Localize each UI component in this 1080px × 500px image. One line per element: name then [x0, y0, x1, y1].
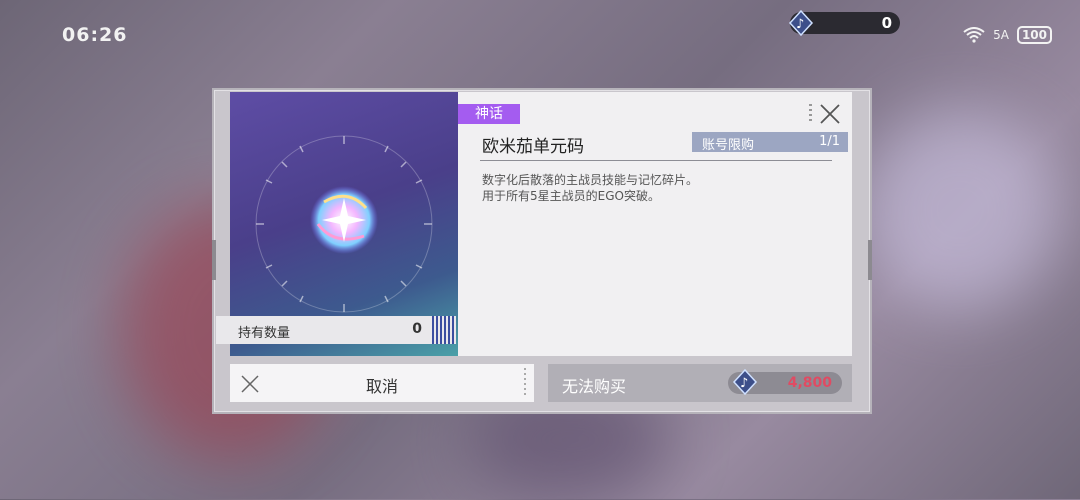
background-blur	[860, 110, 1060, 310]
wifi-icon	[963, 27, 985, 43]
battery-icon: 100	[1016, 26, 1052, 44]
purchase-button-label: 无法购买	[562, 377, 627, 396]
cancel-button[interactable]: 取消	[230, 364, 534, 402]
dotted-separator	[524, 368, 526, 398]
item-info-panel: 神话 欧米茄单元码 账号限购 1/1 数字化后散落的主战员技能与记忆碎片。 用于…	[458, 92, 852, 356]
divider	[480, 160, 832, 161]
purchase-button[interactable]: 无法购买 ♪ 4,800	[548, 364, 852, 402]
price-value: 4,800	[787, 375, 832, 391]
item-description: 数字化后散落的主战员技能与记忆碎片。 用于所有5星主战员的EGO突破。	[482, 172, 832, 204]
barcode-decoration	[432, 316, 454, 344]
owned-count-label: 持有数量	[238, 326, 291, 341]
owned-count-value: 0	[412, 321, 422, 337]
status-icons: 5A 100	[963, 26, 1052, 44]
currency-value: 0	[881, 14, 892, 32]
dialog-edge-handle	[212, 240, 216, 280]
description-line: 数字化后散落的主战员技能与记忆碎片。	[482, 173, 699, 187]
currency-counter: ♪ 0	[788, 10, 900, 36]
limit-value: 1/1	[819, 134, 840, 149]
music-note-crystal-icon: ♪	[732, 369, 758, 395]
close-icon[interactable]	[818, 102, 842, 126]
purchase-dialog: 持有数量 0 神话 欧米茄单元码 账号限购 1/1 数字化后散落的主战员技能与记…	[212, 88, 872, 414]
owned-count-bar: 持有数量 0	[216, 316, 456, 344]
description-line: 用于所有5星主战员的EGO突破。	[482, 189, 660, 203]
signal-label: 5A	[993, 28, 1009, 42]
rarity-badge: 神话	[458, 104, 520, 124]
dotted-separator	[809, 104, 812, 122]
music-note-crystal-icon: ♪	[788, 10, 814, 36]
limit-label: 账号限购	[702, 138, 755, 153]
svg-text:♪: ♪	[740, 376, 748, 391]
cancel-button-label: 取消	[365, 377, 398, 396]
omega-unit-code-item-icon	[310, 186, 378, 254]
dialog-edge-handle	[868, 240, 872, 280]
price-pill: ♪ 4,800	[728, 369, 842, 395]
item-name: 欧米茄单元码	[482, 137, 584, 157]
status-time: 06:26	[62, 24, 128, 46]
purchase-limit-badge: 账号限购 1/1	[692, 132, 848, 153]
svg-text:♪: ♪	[796, 17, 804, 32]
